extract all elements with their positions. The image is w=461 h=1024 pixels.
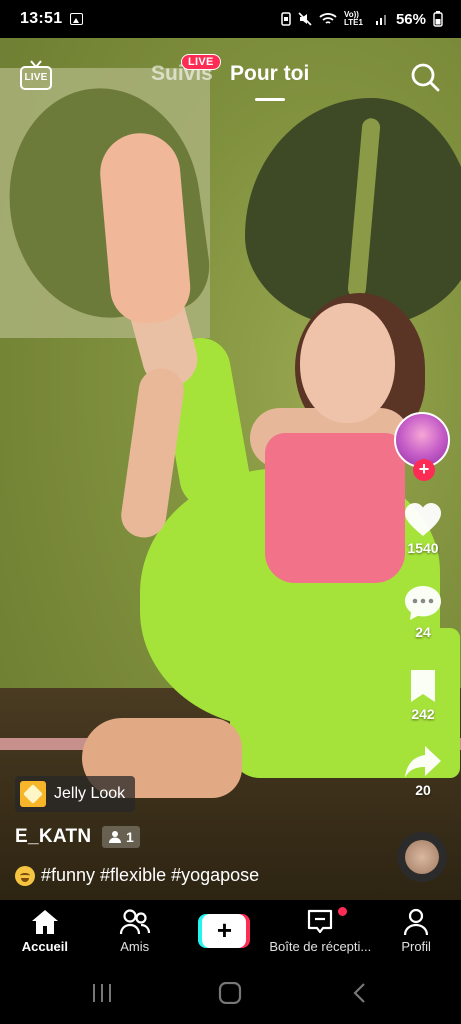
home-icon[interactable] bbox=[30, 908, 60, 936]
status-time: 13:51 bbox=[20, 10, 63, 27]
nav-friends[interactable]: Amis bbox=[90, 900, 180, 964]
home-system-icon[interactable] bbox=[218, 982, 242, 1004]
nav-home-label: Accueil bbox=[21, 939, 69, 954]
nav-profile-label: Profil bbox=[401, 939, 431, 954]
like-button[interactable]: 1540 bbox=[390, 502, 456, 556]
gallery-notification-icon bbox=[70, 13, 84, 25]
nav-inbox-label: Boîte de récepti... bbox=[269, 939, 372, 954]
live-label: LIVE bbox=[20, 66, 52, 90]
person-head bbox=[300, 303, 395, 423]
network-label: Vo)) LTE1 bbox=[343, 10, 363, 27]
share-button[interactable]: 20 bbox=[390, 744, 456, 798]
share-icon[interactable] bbox=[403, 744, 443, 780]
music-disc-button[interactable] bbox=[397, 832, 447, 882]
caption-text[interactable]: #funny #flexible #yogapose bbox=[41, 865, 259, 886]
profile-icon[interactable] bbox=[401, 908, 431, 936]
tab-for-you[interactable]: Pour toi bbox=[230, 62, 309, 86]
effect-icon bbox=[20, 781, 46, 807]
friends-badge: 1 bbox=[102, 826, 140, 848]
nav-profile[interactable]: Profil bbox=[371, 900, 461, 964]
top-nav: LIVE Suivis LIVE Pour toi bbox=[0, 38, 461, 110]
system-nav bbox=[0, 964, 461, 1024]
inbox-icon[interactable] bbox=[305, 908, 335, 936]
heart-icon[interactable] bbox=[403, 502, 443, 538]
wifi-icon bbox=[319, 13, 337, 24]
nav-home[interactable]: Accueil bbox=[0, 900, 90, 964]
person-top bbox=[265, 433, 405, 583]
nav-create[interactable]: + bbox=[180, 900, 270, 964]
sim-icon bbox=[281, 12, 291, 26]
friends-icon[interactable] bbox=[119, 908, 151, 936]
signal-icon bbox=[375, 15, 386, 25]
friends-count: 1 bbox=[126, 829, 134, 845]
like-count: 1540 bbox=[407, 540, 439, 556]
follow-plus-icon[interactable]: + bbox=[413, 459, 435, 481]
sneezing-face-icon bbox=[15, 865, 35, 886]
back-icon[interactable] bbox=[350, 982, 370, 1004]
plus-icon[interactable]: + bbox=[202, 914, 247, 948]
bottom-nav: Accueil Amis + Boîte de récepti... Profi… bbox=[0, 900, 461, 964]
save-count: 242 bbox=[411, 706, 435, 722]
person-icon bbox=[109, 831, 121, 843]
active-tab-indicator bbox=[255, 98, 285, 101]
recent-apps-icon[interactable] bbox=[90, 982, 114, 1004]
inbox-notification-dot bbox=[338, 907, 347, 916]
search-icon[interactable] bbox=[410, 62, 440, 92]
music-cover bbox=[405, 840, 439, 874]
caption[interactable]: #funny #flexible #yogapose bbox=[15, 865, 259, 886]
comment-count: 24 bbox=[415, 624, 431, 640]
mute-icon bbox=[298, 12, 312, 26]
effect-chip[interactable]: Jelly Look bbox=[15, 776, 136, 812]
battery-percent: 56% bbox=[395, 10, 426, 28]
creator-avatar-button[interactable]: + bbox=[394, 412, 450, 481]
create-button[interactable]: + bbox=[198, 914, 251, 948]
comment-button[interactable]: 24 bbox=[390, 584, 456, 640]
status-bar: 13:51 Vo)) LTE1 56% bbox=[0, 0, 461, 38]
comment-icon[interactable] bbox=[403, 584, 443, 622]
bookmark-icon[interactable] bbox=[408, 668, 438, 704]
creator-username[interactable]: E_KATN bbox=[15, 826, 91, 848]
live-badge: LIVE bbox=[181, 54, 221, 70]
battery-icon bbox=[433, 11, 443, 27]
nav-inbox[interactable]: Boîte de récepti... bbox=[269, 900, 371, 964]
live-button[interactable]: LIVE bbox=[20, 60, 52, 90]
share-count: 20 bbox=[415, 782, 431, 798]
nav-friends-label: Amis bbox=[120, 939, 150, 954]
save-button[interactable]: 242 bbox=[390, 668, 456, 722]
effect-label: Jelly Look bbox=[54, 785, 126, 802]
